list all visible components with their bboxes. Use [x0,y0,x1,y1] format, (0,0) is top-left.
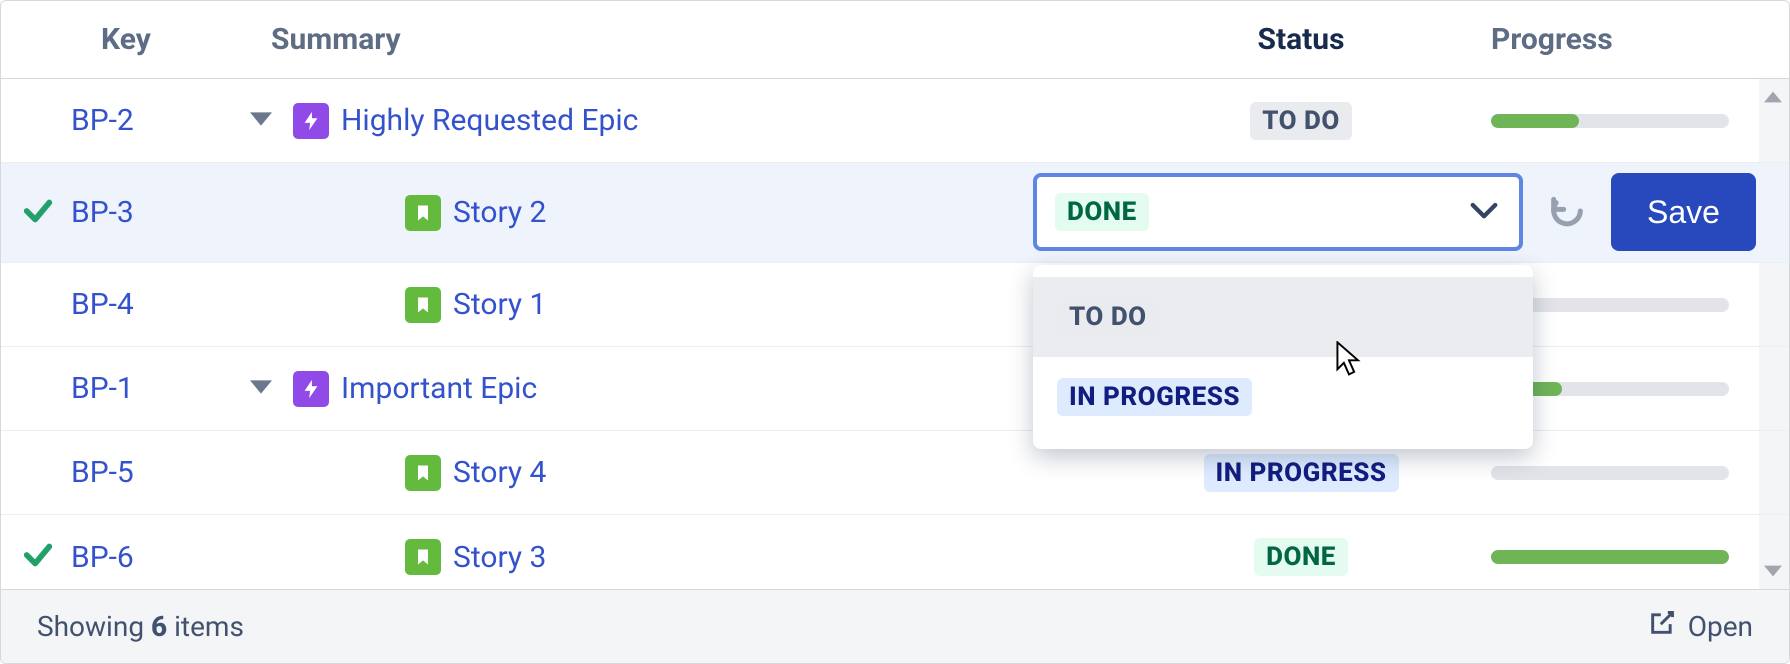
check-icon [21,538,55,576]
cell-progress [1461,466,1789,480]
progress-bar [1491,114,1729,128]
cell-summary: Story 4 [241,455,1141,491]
open-label: Open [1688,610,1753,643]
expand-toggle[interactable] [241,111,281,130]
cell-key: BP-4 [71,287,241,322]
status-lozenge: TO DO [1250,102,1352,140]
table-footer: Showing 6 items Open [1,589,1789,663]
summary-link[interactable]: Story 1 [453,287,546,322]
table-row[interactable]: BP-3 Story 2 DONE Save [1,163,1789,263]
issue-key-link[interactable]: BP-2 [71,103,134,138]
table-header: Key Summary Status Progress [1,1,1789,79]
cell-key: BP-1 [71,371,241,406]
story-icon [405,455,441,491]
footer-showing-prefix: Showing [37,610,151,643]
expand-toggle[interactable] [241,379,281,398]
row-done-indicator [21,538,71,576]
issue-key-link[interactable]: BP-6 [71,540,134,575]
status-option[interactable]: IN PROGRESS [1033,357,1533,437]
issue-table-panel: Key Summary Status Progress BP-2 Highly R… [0,0,1790,664]
summary-link[interactable]: Story 2 [453,195,546,230]
cell-summary: Important Epic [241,371,1141,407]
status-lozenge: IN PROGRESS [1204,454,1399,492]
epic-icon [293,103,329,139]
cell-summary: Highly Requested Epic [241,103,1141,139]
status-select[interactable]: DONE [1033,173,1523,251]
issue-key-link[interactable]: BP-3 [71,195,134,230]
summary-link[interactable]: Important Epic [341,371,537,406]
col-header-progress: Progress [1461,22,1789,57]
cell-key: BP-3 [71,195,241,230]
col-header-summary: Summary [241,22,1141,57]
check-icon [21,194,55,232]
save-button[interactable]: Save [1611,173,1756,251]
cell-status[interactable]: TO DO [1141,102,1461,140]
summary-link[interactable]: Story 4 [453,455,546,490]
cell-progress [1461,114,1789,128]
cell-key: BP-6 [71,540,241,575]
cell-progress [1461,550,1789,564]
progress-fill [1491,550,1729,564]
status-lozenge: DONE [1254,538,1348,576]
progress-bar [1491,550,1729,564]
status-option-lozenge: TO DO [1057,298,1159,336]
cell-key: BP-2 [71,103,241,138]
revert-button[interactable] [1539,184,1595,240]
cell-summary: Story 3 [241,539,1141,575]
cell-status[interactable]: IN PROGRESS [1141,454,1461,492]
cell-key: BP-5 [71,455,241,490]
open-link[interactable]: Open [1648,609,1753,644]
caret-down-icon [250,111,272,130]
progress-bar [1491,466,1729,480]
issue-key-link[interactable]: BP-5 [71,455,134,490]
cell-status[interactable]: DONE [1141,538,1461,576]
row-done-indicator [21,194,71,232]
status-dropdown[interactable]: TO DO IN PROGRESS [1033,265,1533,449]
epic-icon [293,371,329,407]
summary-link[interactable]: Highly Requested Epic [341,103,638,138]
table-row[interactable]: BP-6 Story 3 DONE [1,515,1789,589]
footer-showing-suffix: items [167,610,244,643]
story-icon [405,195,441,231]
cell-summary: Story 1 [241,287,1141,323]
status-edit-controls: DONE Save [1033,173,1756,251]
story-icon [405,287,441,323]
chevron-down-icon [1469,200,1499,224]
issue-key-link[interactable]: BP-1 [71,371,134,406]
cell-summary: Story 2 [241,195,1141,231]
story-icon [405,539,441,575]
footer-count: Showing 6 items [37,610,244,643]
status-select-value: DONE [1055,193,1149,231]
progress-fill [1491,114,1579,128]
footer-count-value: 6 [151,610,167,643]
caret-down-icon [250,379,272,398]
col-header-status: Status [1141,22,1461,57]
summary-link[interactable]: Story 3 [453,540,546,575]
undo-icon [1547,191,1587,234]
issue-key-link[interactable]: BP-4 [71,287,134,322]
table-row[interactable]: BP-2 Highly Requested Epic TO DO [1,79,1789,163]
external-link-icon [1648,609,1676,644]
col-header-key: Key [21,22,241,57]
status-option-lozenge: IN PROGRESS [1057,378,1252,416]
status-option[interactable]: TO DO [1033,277,1533,357]
